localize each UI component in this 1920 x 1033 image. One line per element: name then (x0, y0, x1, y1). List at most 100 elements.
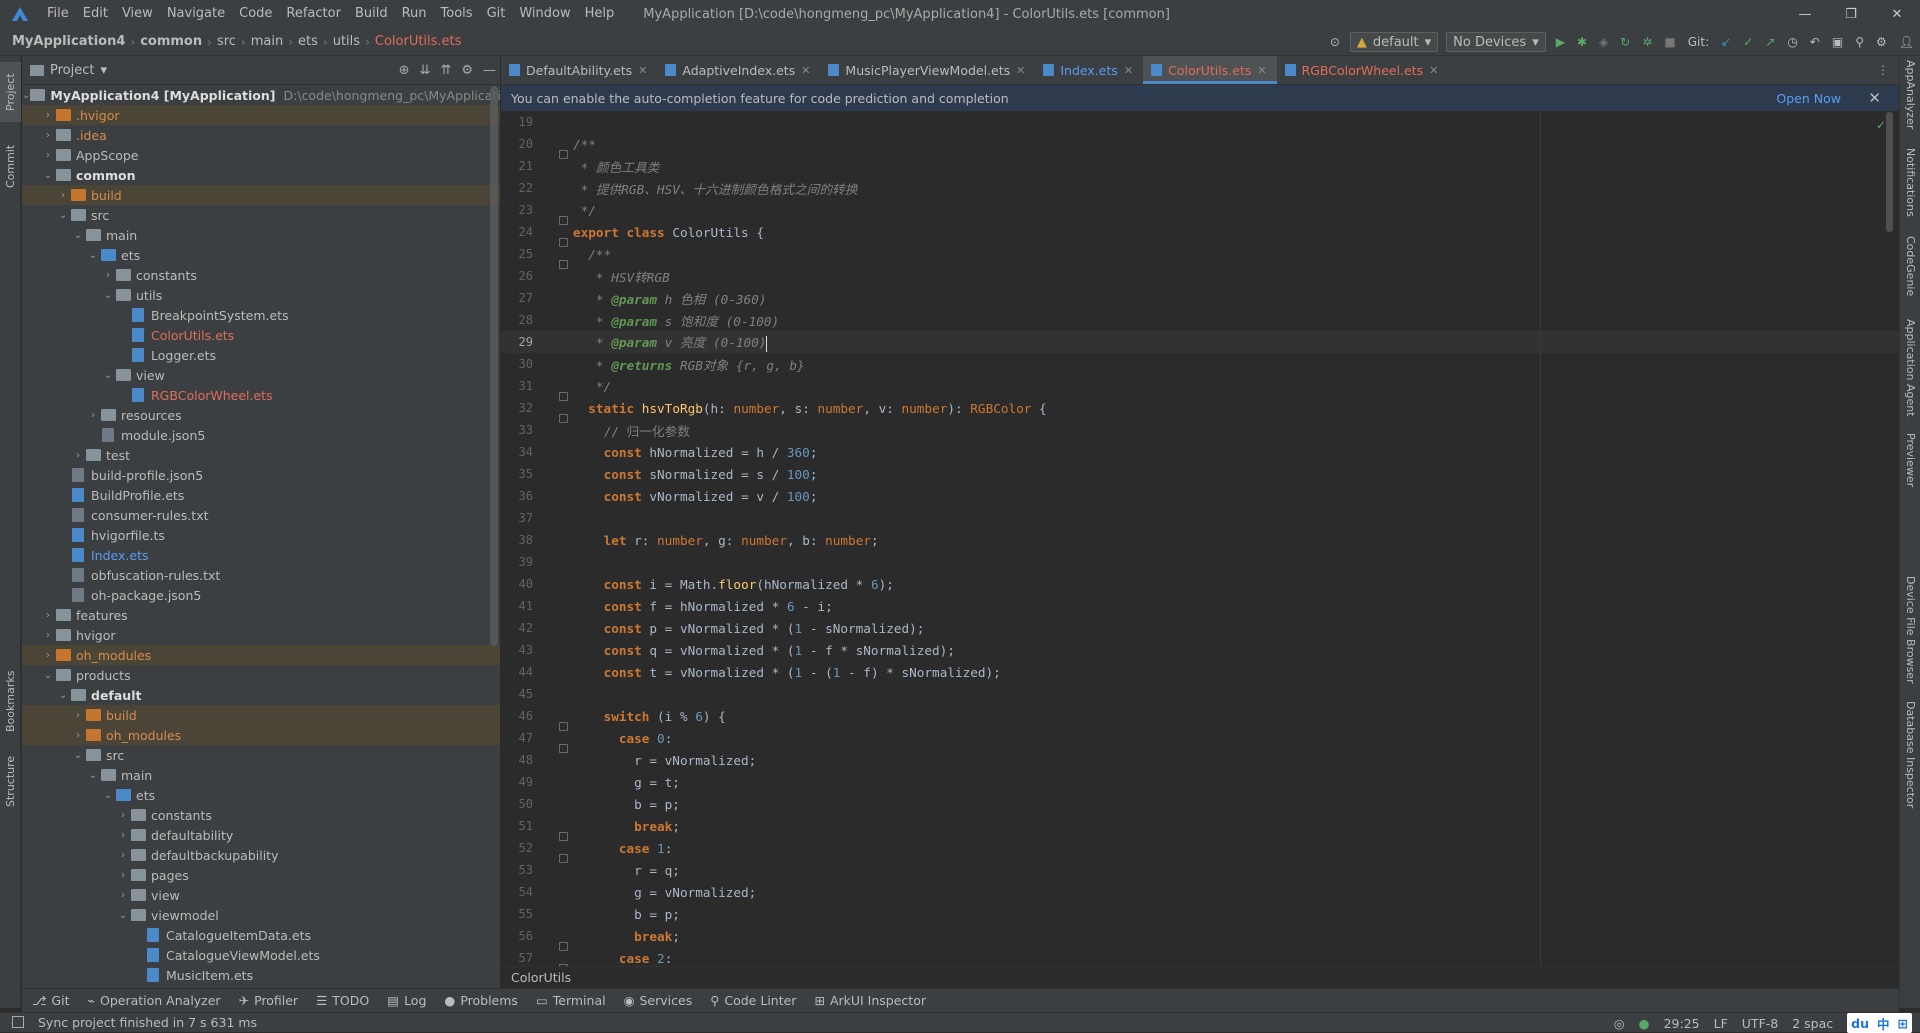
tab-application-agent[interactable]: Application Agent (1900, 319, 1920, 429)
chevron-down-icon[interactable]: ⌄ (71, 750, 85, 761)
account-icon[interactable]: 👤︎ (1893, 32, 1920, 52)
chevron-down-icon[interactable]: ⌄ (56, 690, 70, 701)
tree-item[interactable]: RGBColorWheel.ets (22, 385, 500, 405)
tree-item[interactable]: ⌄ main (22, 225, 500, 245)
tree-item[interactable]: › constants (22, 265, 500, 285)
line-number[interactable]: 41 (501, 599, 533, 613)
tree-item[interactable]: › pages (22, 865, 500, 885)
hide-icon[interactable]: — (483, 63, 496, 78)
tree-item[interactable]: › resources (22, 405, 500, 425)
assistant-icon[interactable]: ◎ (1614, 1016, 1625, 1031)
menu-navigate[interactable]: Navigate (160, 0, 232, 28)
chevron-right-icon[interactable]: › (86, 410, 100, 421)
menu-help[interactable]: Help (578, 0, 622, 28)
line-number[interactable]: 26 (501, 269, 533, 283)
project-structure-icon[interactable]: ▣ (1826, 32, 1849, 52)
tree-item[interactable]: consumer-rules.txt (22, 505, 500, 525)
expand-all-icon[interactable]: ⇊ (420, 63, 431, 78)
line-number[interactable]: 46 (501, 709, 533, 723)
tab-previewer[interactable]: Previewer (1900, 433, 1920, 503)
tab-codegenie[interactable]: CodeGenie (1900, 236, 1920, 316)
line-number[interactable]: 49 (501, 775, 533, 789)
tree-item[interactable]: ⌄ view (22, 365, 500, 385)
caret-position[interactable]: 29:25 (1664, 1016, 1700, 1031)
tree-item[interactable]: Logger.ets (22, 345, 500, 365)
project-scrollbar[interactable] (490, 86, 498, 646)
tree-item[interactable]: build-profile.json5 (22, 465, 500, 485)
chevron-right-icon[interactable]: › (101, 270, 115, 281)
menu-tools[interactable]: Tools (434, 0, 480, 28)
editor-tab[interactable]: RGBColorWheel.ets ✕ (1277, 56, 1449, 84)
stop-icon[interactable]: ■ (1658, 32, 1681, 52)
collapse-all-icon[interactable]: ⇈ (440, 63, 451, 78)
tree-item[interactable]: oh-package.json5 (22, 585, 500, 605)
chevron-down-icon[interactable]: ⌄ (41, 170, 55, 181)
ime-indicator[interactable]: du 中 ⊞ (1847, 1013, 1912, 1033)
editor-tab[interactable]: AdaptiveIndex.ets ✕ (657, 56, 820, 84)
close-icon[interactable]: ✕ (1868, 89, 1881, 107)
chevron-right-icon[interactable]: › (71, 710, 85, 721)
chevron-right-icon[interactable]: › (41, 110, 55, 121)
tree-item[interactable]: CatalogueViewModel.ets (22, 945, 500, 965)
tool-operation-analyzer[interactable]: ⌁ Operation Analyzer (87, 993, 220, 1008)
tool-profiler[interactable]: ✈ Profiler (239, 993, 299, 1008)
tree-item[interactable]: module.json5 (22, 425, 500, 445)
chevron-right-icon[interactable]: › (116, 810, 130, 821)
line-number[interactable]: 30 (501, 357, 533, 371)
tree-item[interactable]: ColorUtils.ets (22, 325, 500, 345)
profile-icon[interactable]: ◈ (1593, 32, 1614, 52)
line-number[interactable]: 37 (501, 511, 533, 525)
line-number[interactable]: 36 (501, 489, 533, 503)
tree-item[interactable]: › oh_modules (22, 725, 500, 745)
open-now-link[interactable]: Open Now (1776, 91, 1841, 106)
line-number[interactable]: 21 (501, 159, 533, 173)
tool-code-linter[interactable]: ⚲ Code Linter (710, 993, 796, 1008)
tree-item[interactable]: ⌄ utils (22, 285, 500, 305)
chevron-right-icon[interactable]: › (116, 890, 130, 901)
line-number[interactable]: 28 (501, 313, 533, 327)
chevron-down-icon[interactable]: ⌄ (101, 370, 115, 381)
tree-item[interactable]: › features (22, 605, 500, 625)
chevron-right-icon[interactable]: › (116, 870, 130, 881)
gear-icon[interactable]: ⚙ (461, 63, 473, 78)
target-icon[interactable]: ⊙ (1324, 32, 1346, 52)
menu-view[interactable]: View (115, 0, 160, 28)
tree-item[interactable]: › constants (22, 805, 500, 825)
line-number[interactable]: 53 (501, 863, 533, 877)
line-number[interactable]: 47 (501, 731, 533, 745)
tree-item[interactable]: MusicItem.ets (22, 965, 500, 985)
chevron-down-icon[interactable]: ⌄ (41, 670, 55, 681)
line-number[interactable]: 35 (501, 467, 533, 481)
tree-item[interactable]: › hvigor (22, 625, 500, 645)
tool-services[interactable]: ◉ Services (624, 993, 693, 1008)
rollback-icon[interactable]: ↶ (1804, 32, 1826, 52)
tab-app-analyzer[interactable]: AppAnalyzer (1900, 60, 1920, 148)
close-tab-icon[interactable]: ✕ (1429, 64, 1438, 77)
search-icon[interactable]: ⚲ (1849, 32, 1870, 52)
locate-icon[interactable]: ⊕ (399, 63, 410, 78)
chevron-right-icon[interactable]: › (41, 150, 55, 161)
close-tab-icon[interactable]: ✕ (801, 64, 810, 77)
history-icon[interactable]: ◷ (1781, 32, 1803, 52)
git-commit-icon[interactable]: ✓ (1737, 32, 1759, 52)
tree-item[interactable]: › defaultbackupability (22, 845, 500, 865)
tree-item[interactable]: CatalogueItemData.ets (22, 925, 500, 945)
tab-bookmarks[interactable]: Bookmarks (0, 661, 21, 741)
restore-icon[interactable]: ❐ (1828, 0, 1874, 28)
line-number[interactable]: 25 (501, 247, 533, 261)
tree-item[interactable]: BuildProfile.ets (22, 485, 500, 505)
breadcrumb-item[interactable]: src (215, 34, 238, 49)
line-number[interactable]: 42 (501, 621, 533, 635)
menu-build[interactable]: Build (348, 0, 395, 28)
device-select[interactable]: No Devices ▾ (1446, 32, 1546, 52)
git-update-icon[interactable]: ↙ (1715, 32, 1737, 52)
menu-edit[interactable]: Edit (76, 0, 115, 28)
line-number[interactable]: 27 (501, 291, 533, 305)
tree-item[interactable]: hvigorfile.ts (22, 525, 500, 545)
chevron-right-icon[interactable]: › (41, 650, 55, 661)
line-number[interactable]: 31 (501, 379, 533, 393)
menu-file[interactable]: File (40, 0, 76, 28)
chevron-down-icon[interactable]: ⌄ (56, 210, 70, 221)
editor-tab[interactable]: DefaultAbility.ets ✕ (501, 56, 657, 84)
attach-debugger-icon[interactable]: ✲ (1636, 32, 1658, 52)
